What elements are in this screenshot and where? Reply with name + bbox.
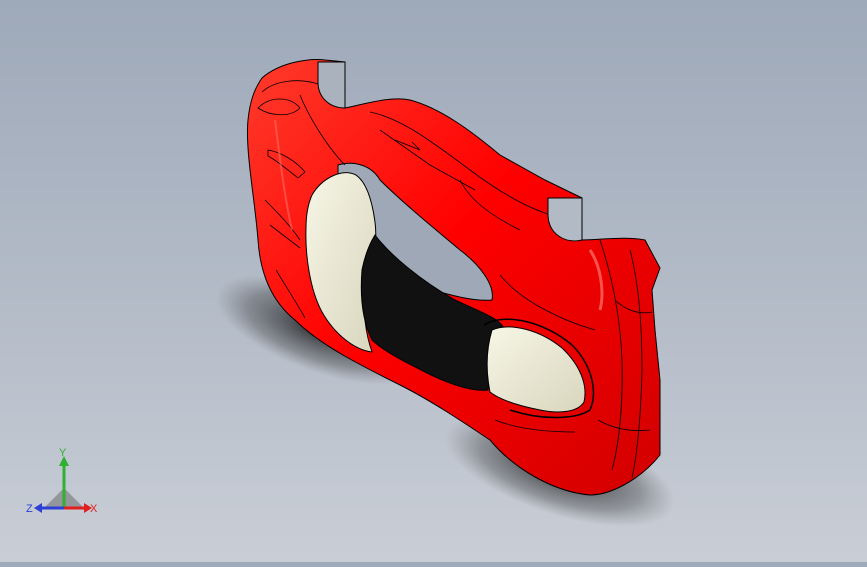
x-axis-label: X [90,503,98,515]
graphics-viewport[interactable]: Y X Z [0,0,867,562]
z-axis-arrow [34,503,42,513]
model-canvas[interactable] [0,0,867,562]
y-axis-label: Y [59,447,67,459]
z-axis-label: Z [26,503,33,515]
orientation-triad: Y X Z [24,446,104,526]
